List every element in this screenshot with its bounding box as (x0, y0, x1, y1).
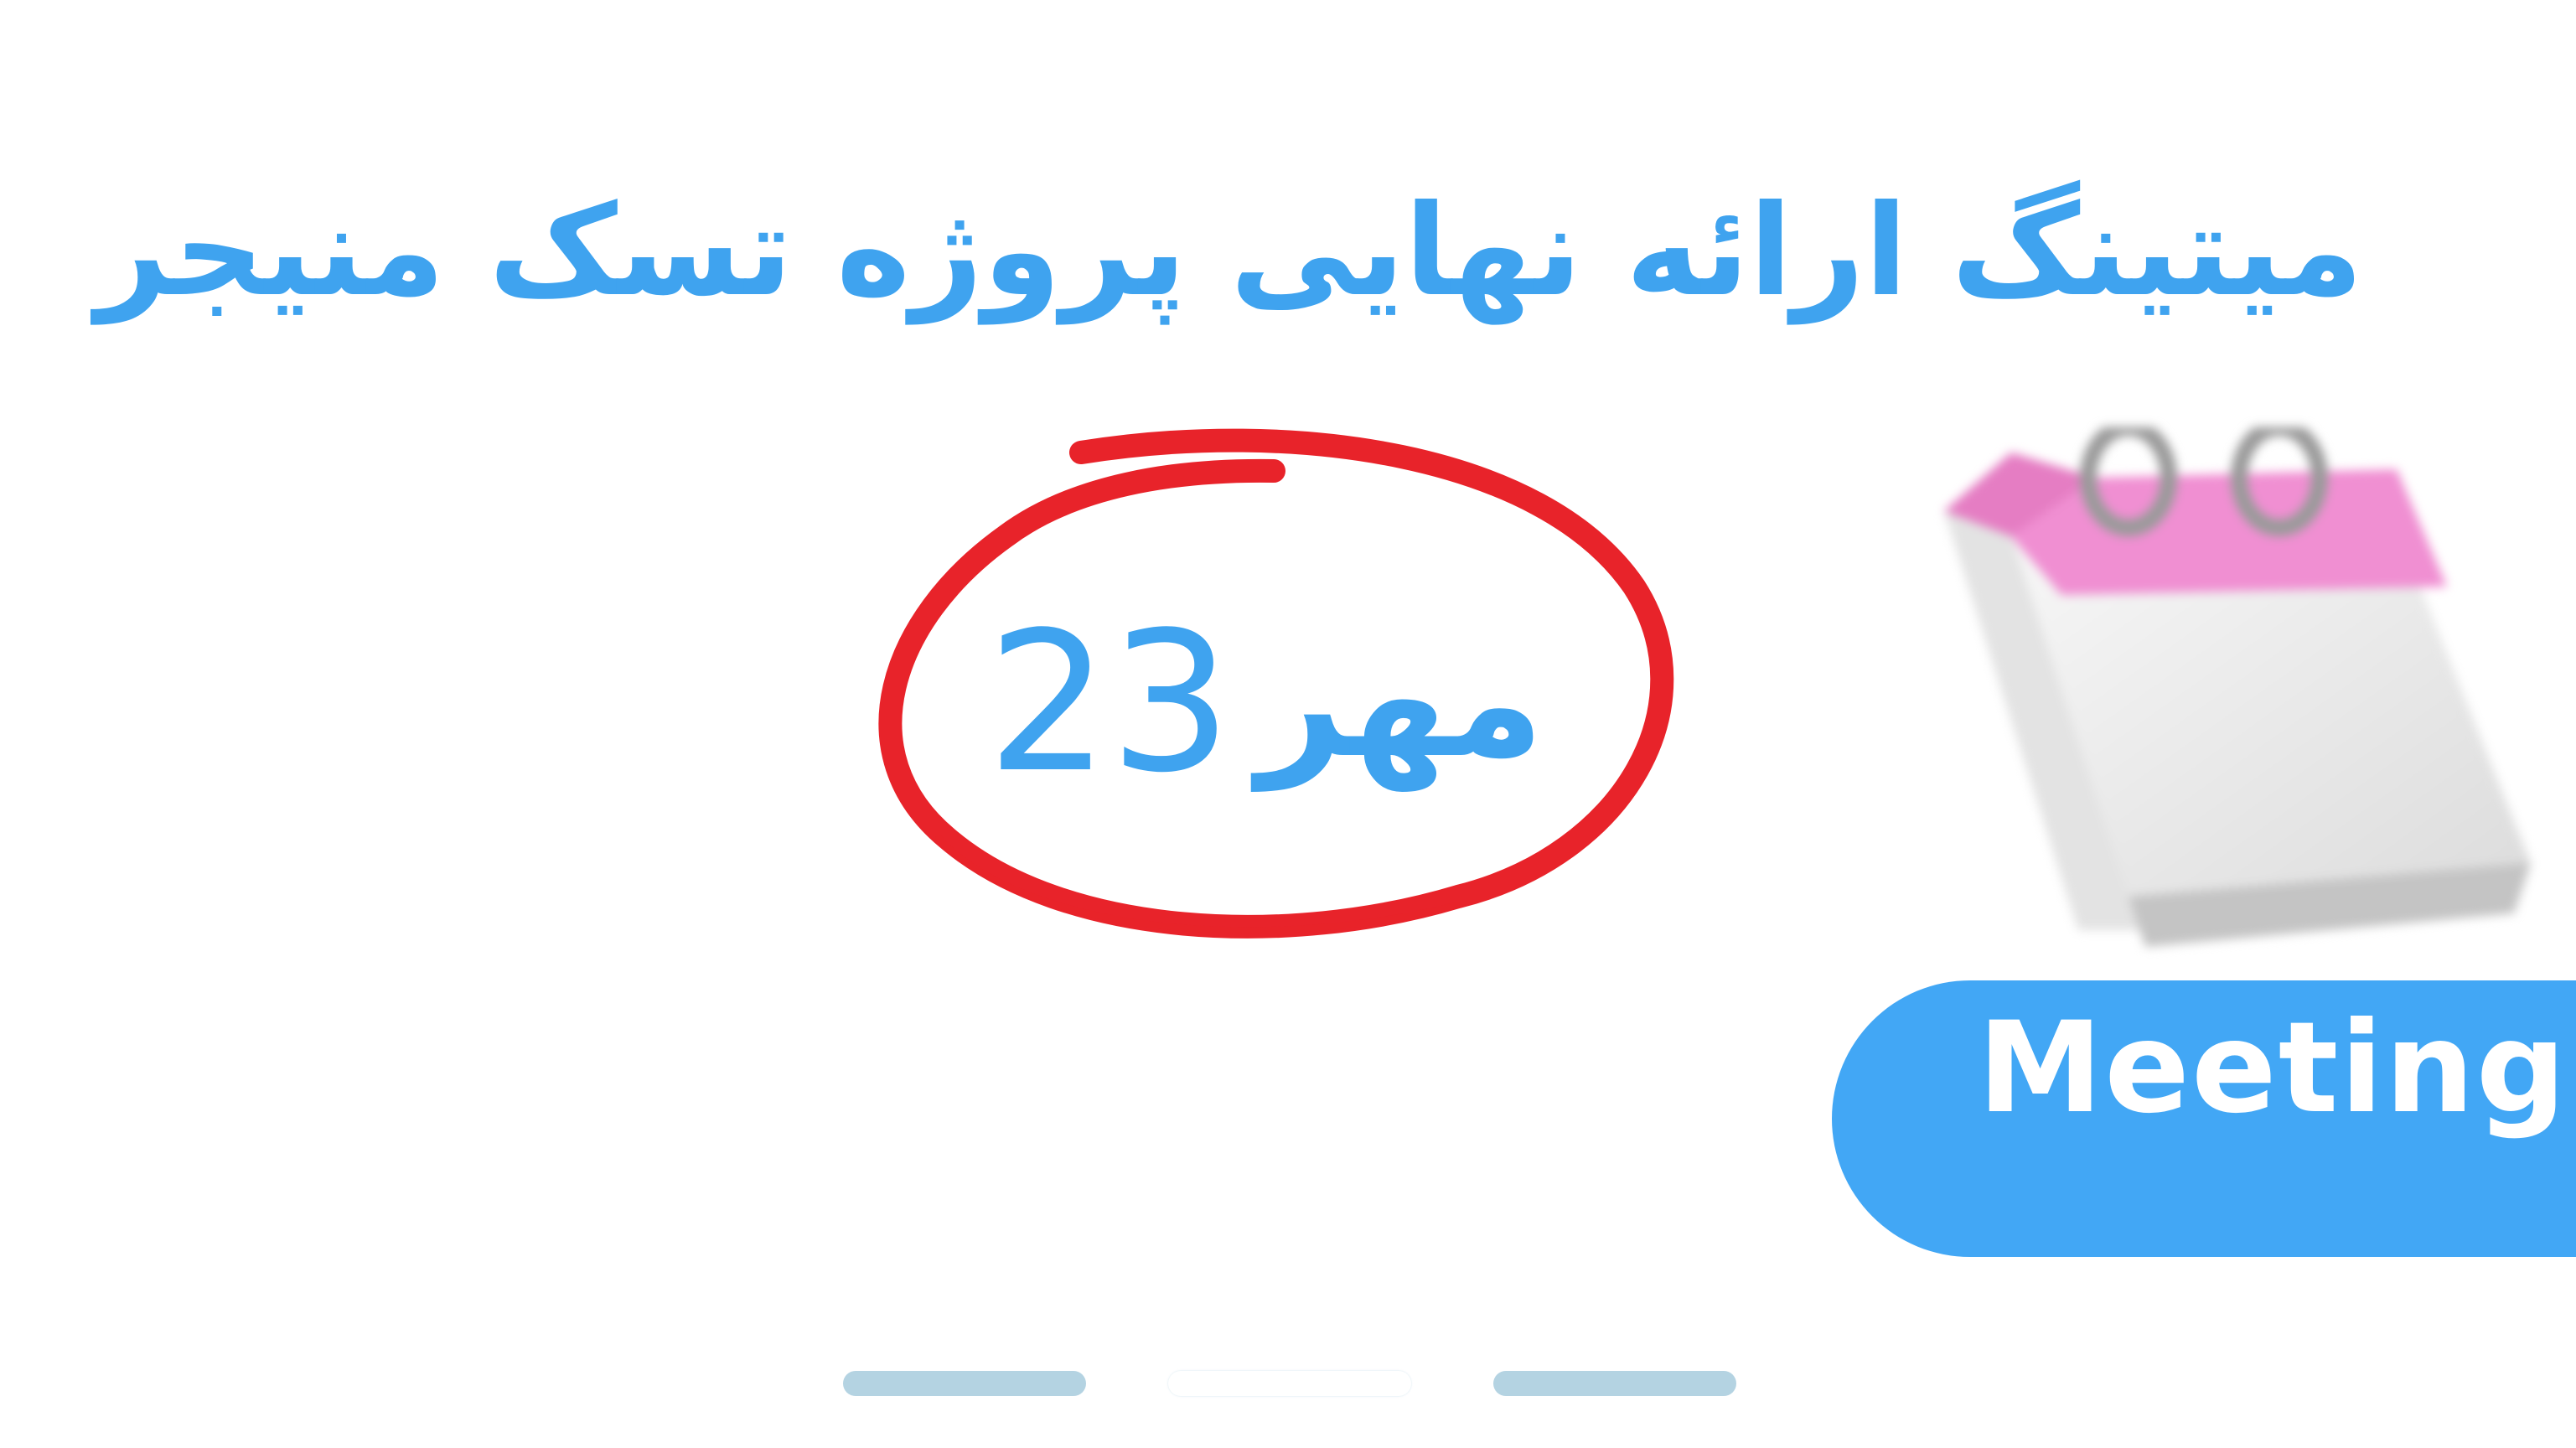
pager-dot-3[interactable] (1493, 1371, 1736, 1396)
meeting-badge-label: Meeting (1978, 995, 2568, 1141)
slide: میتینگ ارائه نهایی پروژه تسک منیجر 23 مه… (0, 0, 2576, 1448)
pager-dot-1[interactable] (843, 1371, 1086, 1396)
date-label: 23 مهر (939, 578, 1592, 830)
slide-title: میتینگ ارائه نهایی پروژه تسک منیجر (96, 178, 2363, 324)
slide-pager (838, 1366, 1743, 1399)
pager-dot-2-active[interactable] (1168, 1371, 1411, 1396)
date-day: 23 (986, 592, 1233, 815)
date-month: مهر (1257, 616, 1544, 791)
tear-off-calendar-icon (1944, 427, 2531, 947)
